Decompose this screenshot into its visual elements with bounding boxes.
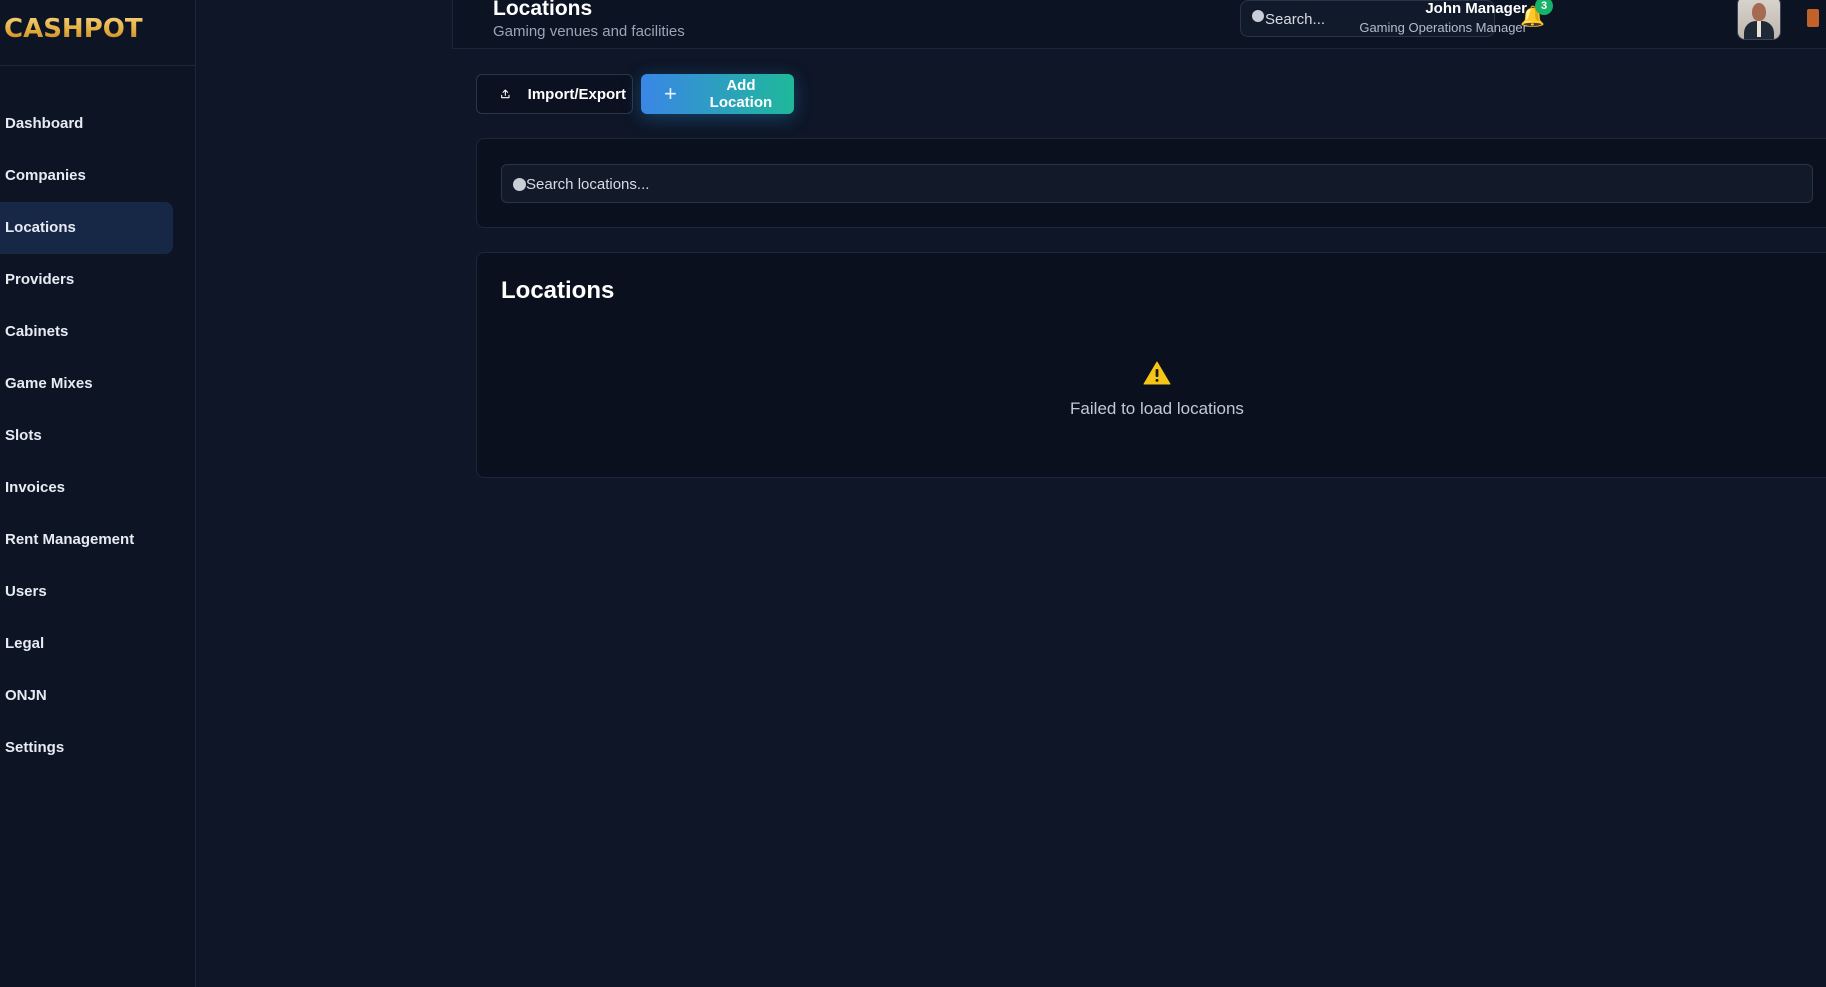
sidebar-item-onjn[interactable]: ONJN bbox=[0, 670, 173, 722]
search-icon bbox=[513, 178, 526, 191]
location-search bbox=[501, 164, 1813, 203]
sidebar-item-invoices[interactable]: Invoices bbox=[0, 462, 173, 514]
error-message: Failed to load locations bbox=[1070, 399, 1244, 418]
locations-card-title: Locations bbox=[501, 277, 615, 304]
sidebar-item-users[interactable]: Users bbox=[0, 566, 173, 618]
sidebar-item-companies[interactable]: Companies bbox=[0, 150, 173, 202]
add-location-label: Add Location bbox=[709, 77, 773, 111]
logout-icon[interactable] bbox=[1807, 9, 1819, 27]
sidebar-divider bbox=[0, 65, 195, 66]
upload-icon bbox=[501, 89, 510, 99]
import-export-label: Import/Export bbox=[527, 85, 626, 103]
sidebar-item-slots[interactable]: Slots bbox=[0, 410, 173, 462]
sidebar: CASHPOT Dashboard Companies Locations Pr… bbox=[0, 0, 196, 987]
sidebar-item-cabinets[interactable]: Cabinets bbox=[0, 306, 173, 358]
user-role: Gaming Operations Manager bbox=[1359, 20, 1527, 35]
page-title: Locations bbox=[493, 0, 593, 20]
sidebar-nav: Dashboard Companies Locations Providers … bbox=[0, 98, 195, 774]
avatar[interactable] bbox=[1737, 0, 1781, 40]
sidebar-item-locations[interactable]: Locations bbox=[0, 202, 173, 254]
import-export-button[interactable]: Import/Export bbox=[476, 74, 633, 114]
avatar-shirt bbox=[1757, 21, 1761, 37]
sidebar-item-legal[interactable]: Legal bbox=[0, 618, 173, 670]
avatar-head bbox=[1752, 3, 1766, 21]
search-panel bbox=[476, 138, 1826, 228]
locations-card: Locations Failed to load locations bbox=[476, 252, 1826, 478]
page-subtitle: Gaming venues and facilities bbox=[493, 23, 685, 40]
cashpot-logo[interactable]: CASHPOT bbox=[4, 12, 143, 46]
warning-icon bbox=[1143, 361, 1171, 385]
search-icon bbox=[1252, 10, 1264, 22]
sidebar-item-game-mixes[interactable]: Game Mixes bbox=[0, 358, 173, 410]
sidebar-item-rent-management[interactable]: Rent Management bbox=[0, 514, 173, 566]
sidebar-item-providers[interactable]: Providers bbox=[0, 254, 173, 306]
sidebar-item-settings[interactable]: Settings bbox=[0, 722, 173, 774]
location-search-input[interactable] bbox=[526, 173, 1126, 195]
add-location-button[interactable]: + Add Location bbox=[641, 74, 794, 114]
plus-icon: + bbox=[664, 81, 677, 106]
sidebar-item-dashboard[interactable]: Dashboard bbox=[0, 98, 173, 150]
user-name: John Manager bbox=[1425, 0, 1527, 17]
